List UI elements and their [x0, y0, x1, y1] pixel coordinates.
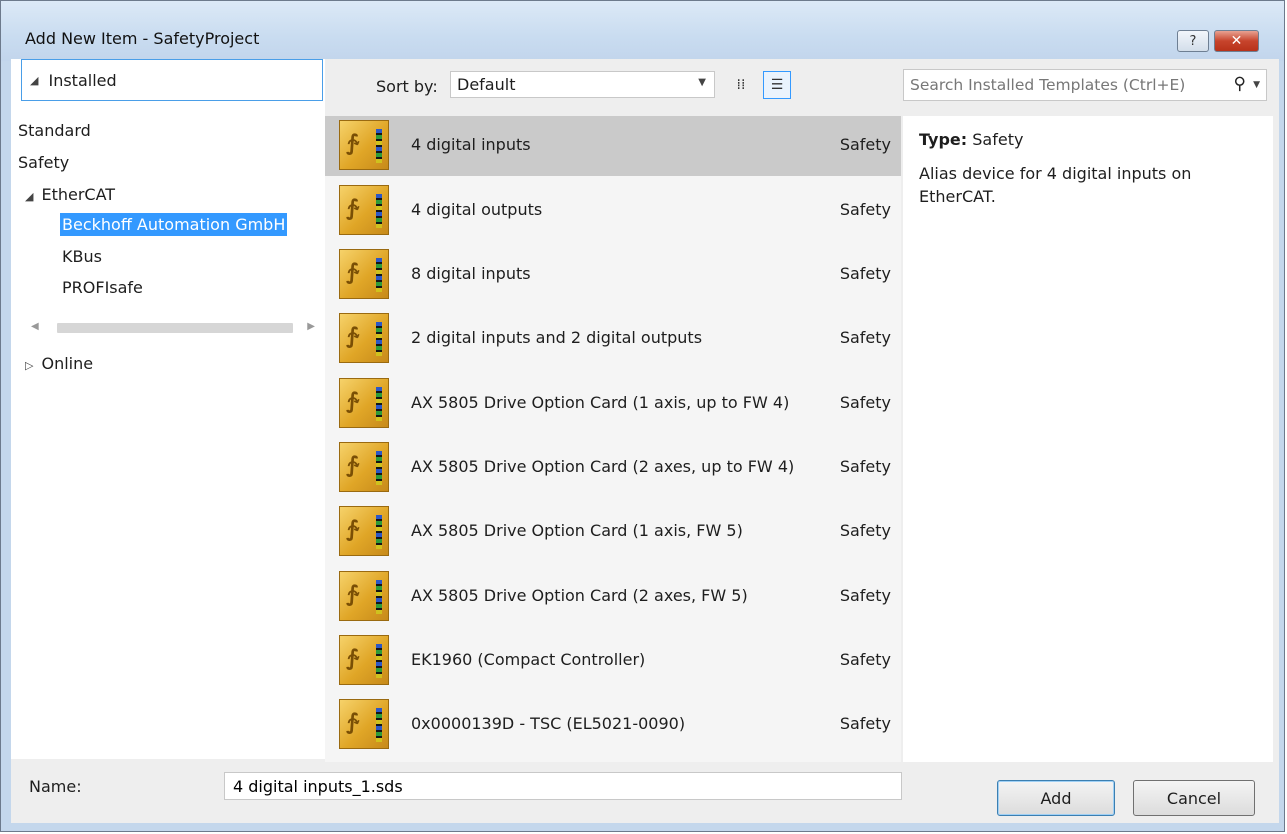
template-row[interactable]: ∱ AX 5805 Drive Option Card (2 axes, FW …	[325, 567, 901, 627]
tree-item-online[interactable]: ▷ Online	[25, 354, 93, 373]
template-category: Safety	[839, 586, 891, 605]
template-category: Safety	[839, 328, 891, 347]
template-category: Safety	[839, 714, 891, 733]
horizontal-scrollbar[interactable]: ◀ ▶	[29, 321, 317, 335]
scroll-right-icon[interactable]: ▶	[307, 321, 315, 332]
title-bar[interactable]: Add New Item - SafetyProject ? ✕	[1, 1, 1284, 61]
search-input[interactable]: Search Installed Templates (Ctrl+E) ⚲ ▼	[903, 69, 1267, 101]
template-description: Alias device for 4 digital inputs on Eth…	[919, 164, 1192, 206]
type-line: Type: Safety	[919, 130, 1023, 149]
safety-device-icon: ∱	[339, 699, 389, 749]
tree-item-label: PROFIsafe	[62, 278, 143, 297]
template-row[interactable]: ∱ 8 digital inputs Safety	[325, 245, 901, 305]
template-name: 2 digital inputs and 2 digital outputs	[411, 328, 703, 347]
template-row[interactable]: ∱ AX 5805 Drive Option Card (2 axes, up …	[325, 438, 901, 498]
close-button[interactable]: ✕	[1214, 30, 1259, 52]
tree-item-standard[interactable]: Standard	[18, 121, 91, 140]
safety-device-icon: ∱	[339, 313, 389, 363]
tree-item-label: Beckhoff Automation GmbH	[62, 215, 286, 234]
template-category: Safety	[839, 264, 891, 283]
template-row[interactable]: ∱ 2 digital inputs and 2 digital outputs…	[325, 309, 901, 369]
chevron-down-icon[interactable]: ▼	[1253, 80, 1260, 90]
sort-value: Default	[457, 75, 516, 94]
grid-view-icon: ⁞⁞	[736, 77, 746, 93]
expanded-arrow-icon: ◢	[30, 73, 39, 87]
safety-device-icon: ∱	[339, 120, 389, 170]
template-row[interactable]: ∱ AX 5805 Drive Option Card (1 axis, up …	[325, 374, 901, 434]
collapsed-arrow-icon[interactable]: ▷	[25, 359, 33, 372]
template-list: ∱ 4 digital inputs Safety ∱ 4 digital ou…	[325, 116, 901, 762]
help-button[interactable]: ?	[1177, 30, 1209, 52]
template-name: 4 digital inputs	[411, 135, 531, 154]
template-row[interactable]: ∱ 4 digital outputs Safety	[325, 181, 901, 241]
window-title: Add New Item - SafetyProject	[25, 29, 260, 48]
template-name: AX 5805 Drive Option Card (1 axis, up to…	[411, 393, 790, 412]
template-category: Safety	[839, 457, 891, 476]
tree-item-label: Online	[41, 354, 94, 373]
safety-device-icon: ∱	[339, 442, 389, 492]
template-category: Safety	[839, 521, 891, 540]
tree-item-label: Safety	[18, 153, 70, 172]
installed-header[interactable]: ◢ Installed	[21, 59, 323, 101]
template-category: Safety	[839, 135, 891, 154]
tree-item-safety[interactable]: Safety	[18, 153, 69, 172]
scrollbar-thumb[interactable]	[57, 323, 293, 333]
template-category: Safety	[839, 200, 891, 219]
tree-item-label: Standard	[18, 121, 91, 140]
safety-device-icon: ∱	[339, 506, 389, 556]
type-value: Safety	[972, 130, 1024, 149]
expanded-arrow-icon[interactable]: ◢	[25, 190, 33, 203]
add-button[interactable]: Add	[997, 780, 1115, 816]
cancel-button[interactable]: Cancel	[1133, 780, 1255, 816]
template-name: 4 digital outputs	[411, 200, 543, 219]
template-row[interactable]: ∱ EK1960 (Compact Controller) Safety	[325, 631, 901, 691]
name-input[interactable]	[231, 775, 878, 797]
sort-dropdown[interactable]: Default ▼	[450, 71, 715, 98]
template-name: AX 5805 Drive Option Card (1 axis, FW 5)	[411, 521, 743, 540]
name-label: Name:	[29, 777, 82, 796]
scroll-left-icon[interactable]: ◀	[31, 321, 39, 332]
sort-label: Sort by:	[376, 77, 438, 96]
template-name: AX 5805 Drive Option Card (2 axes, FW 5)	[411, 586, 748, 605]
safety-device-icon: ∱	[339, 571, 389, 621]
tree-item-kbus[interactable]: KBus	[62, 247, 102, 266]
chevron-down-icon: ▼	[698, 77, 706, 88]
template-category: Safety	[839, 393, 891, 412]
template-name: EK1960 (Compact Controller)	[411, 650, 646, 669]
sort-toolbar: Sort by: Default ▼ ⁞⁞ ☰	[325, 59, 901, 116]
tree-item-profisafe[interactable]: PROFIsafe	[62, 278, 143, 297]
category-tree: ◢ Installed Standard Safety ◢ EtherCAT Be…	[11, 59, 325, 759]
safety-device-icon: ∱	[339, 249, 389, 299]
installed-label: Installed	[48, 70, 117, 90]
small-icons-view-button[interactable]: ⁞⁞	[727, 71, 755, 99]
tree-item-ethercat[interactable]: ◢ EtherCAT	[25, 185, 115, 204]
tree-item-label: KBus	[62, 247, 102, 266]
dialog-body: ◢ Installed Standard Safety ◢ EtherCAT Be…	[11, 59, 1279, 823]
template-category: Safety	[839, 650, 891, 669]
safety-device-icon: ∱	[339, 185, 389, 235]
template-name: AX 5805 Drive Option Card (2 axes, up to…	[411, 457, 795, 476]
safety-device-icon: ∱	[339, 635, 389, 685]
template-name: 0x0000139D - TSC (EL5021-0090)	[411, 714, 686, 733]
template-row[interactable]: ∱ AX 5805 Drive Option Card (1 axis, FW …	[325, 502, 901, 562]
tree-item-label: EtherCAT	[41, 185, 116, 204]
template-name: 8 digital inputs	[411, 264, 531, 283]
details-pane: Type: Safety Alias device for 4 digital …	[903, 116, 1273, 762]
type-label: Type:	[919, 130, 968, 149]
magnifier-icon[interactable]: ⚲	[1234, 74, 1246, 94]
template-row[interactable]: ∱ 0x0000139D - TSC (EL5021-0090) Safety	[325, 695, 901, 755]
search-placeholder: Search Installed Templates (Ctrl+E)	[910, 76, 1186, 94]
tree-item-beckhoff[interactable]: Beckhoff Automation GmbH	[60, 213, 288, 236]
add-new-item-dialog: Add New Item - SafetyProject ? ✕ ◢ Insta…	[0, 0, 1285, 832]
template-row[interactable]: ∱ 4 digital inputs Safety	[325, 116, 901, 176]
list-view-button[interactable]: ☰	[763, 71, 791, 99]
safety-device-icon: ∱	[339, 378, 389, 428]
name-field[interactable]	[224, 772, 902, 800]
list-view-icon: ☰	[770, 77, 784, 93]
